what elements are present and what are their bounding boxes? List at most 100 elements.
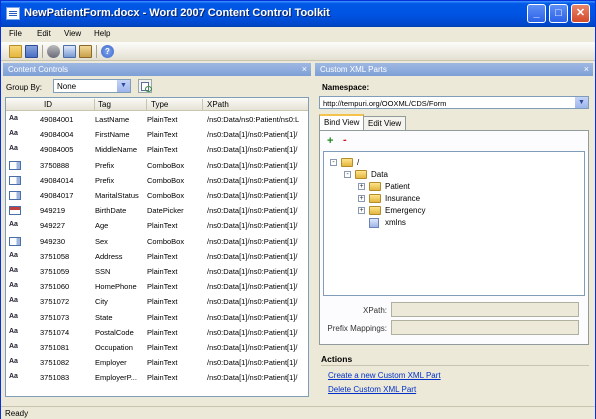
copy-icon[interactable] [63, 45, 76, 58]
cell-type: ComboBox [147, 175, 185, 185]
xml-tree[interactable]: - / - Data + Patient + Insurance + Emergency xmlns [323, 151, 585, 296]
cell-xpath: /ns0:Data[1]/ns0:Patient[1]/ [207, 267, 298, 276]
table-row[interactable]: Aa 3751083 EmployerP... PlainText/ns0:Data[… [6, 371, 308, 384]
collapse-icon[interactable]: - [330, 159, 337, 166]
table-row[interactable]: Aa 3751073 State PlainText/ns0:Data[1]/ns0:… [6, 311, 308, 324]
menu-view[interactable]: View [64, 29, 81, 38]
table-row[interactable]: 949219 BirthDate DatePicker/ns0:Data[1]/ns… [6, 204, 308, 217]
table-row[interactable]: 3750888 Prefix ComboBox/ns0:Data[1]/ns0:Pa… [6, 159, 308, 172]
expand-icon[interactable]: + [358, 195, 365, 202]
collapse-icon[interactable]: - [344, 171, 351, 178]
cell-id: 49084005 [40, 145, 74, 155]
expand-icon[interactable]: + [358, 183, 365, 190]
folder-icon [355, 170, 367, 179]
paste-icon[interactable] [79, 45, 92, 58]
app-icon [6, 7, 20, 20]
menu-edit[interactable]: Edit [37, 29, 51, 38]
tree-node[interactable]: + Emergency [358, 206, 558, 217]
table-row[interactable]: 49084017 MaritalStatus ComboBox/ns0:Data[1… [6, 189, 308, 202]
cell-id: 3751082 [40, 358, 70, 368]
menu-help[interactable]: Help [94, 29, 110, 38]
close-button[interactable]: ✕ [571, 4, 590, 23]
cell-xpath: /ns0:Data[1]/ns0:Patient[1]/ [207, 312, 298, 322]
cell-xpath: /ns0:Data/ns0:Patient/ns0:L [207, 115, 300, 124]
table-row[interactable]: Aa 3751058 Address PlainText/ns0:Data[1]/ns… [6, 250, 308, 263]
tree-node-label: xmlns [385, 218, 406, 227]
status-text: Ready [5, 409, 29, 418]
cell-id: 3751081 [40, 343, 70, 352]
toolbar: ? [1, 42, 595, 61]
group-by-label: Group By: [6, 83, 43, 92]
group-by-select[interactable]: None ▼ [53, 79, 131, 93]
app-window: NewPatientForm.docx - Word 2007 Content … [0, 0, 596, 419]
table-row[interactable]: Aa 49084005 MiddleName PlainText/ns0:Data[1… [6, 143, 308, 156]
tree-node[interactable]: + Insurance [358, 194, 558, 205]
cell-tag: Employer [95, 358, 127, 368]
tab-bind-view[interactable]: Bind View [319, 114, 365, 131]
minimize-button[interactable]: _ [527, 4, 546, 23]
cell-xpath: /ns0:Data[1]/ns0:Patient[1]/ [207, 175, 298, 185]
cell-tag: Prefix [95, 160, 115, 170]
combo-box-icon [9, 236, 21, 246]
cell-id: 3751083 [40, 373, 70, 383]
tree-node[interactable]: + Patient [358, 182, 558, 193]
expand-icon[interactable]: + [358, 207, 365, 214]
table-row[interactable]: Aa 3751074 PostalCode PlainText/ns0:Data[1]… [6, 326, 308, 339]
open-icon[interactable] [9, 45, 22, 58]
xpath-label: XPath: [362, 306, 387, 315]
pane-splitter[interactable] [312, 61, 315, 404]
table-row[interactable]: Aa 3751082 Employer PlainText/ns0:Data[1]/n… [6, 356, 308, 369]
cut-icon[interactable] [47, 45, 60, 58]
menu-file[interactable]: File [9, 29, 22, 38]
list-header: ID Tag Type XPath [6, 98, 308, 111]
tree-node[interactable]: - / [330, 158, 530, 169]
tab-edit-view[interactable]: Edit View [363, 116, 407, 130]
refresh-icon[interactable] [138, 79, 152, 93]
maximize-button[interactable]: □ [549, 4, 568, 23]
table-row[interactable]: Aa 3751059 SSN PlainText/ns0:Data[1]/ns0:Pa… [6, 265, 308, 278]
cell-tag: Prefix [95, 175, 115, 185]
table-row[interactable]: Aa 49084001 LastName PlainText/ns0:Data/ns0… [6, 113, 308, 126]
table-row[interactable]: Aa 49084004 FirstName PlainText/ns0:Data[1]… [6, 128, 308, 141]
plain-text-icon: Aa [9, 327, 18, 335]
group-by-value: None [57, 82, 77, 91]
namespace-select[interactable]: http://tempuri.org/OOXML/CDS/Form ▼ [319, 96, 589, 109]
help-icon[interactable]: ? [101, 45, 114, 58]
table-row[interactable]: Aa 3751081 Occupation PlainText/ns0:Data[1]… [6, 341, 308, 354]
cell-tag: SSN [95, 267, 111, 276]
create-xml-part-link[interactable]: Create a new Custom XML Part [328, 371, 441, 380]
table-row[interactable]: 949230 Sex ComboBox/ns0:Data[1]/ns0:Patien… [6, 235, 308, 248]
cell-tag: MiddleName [95, 145, 138, 155]
title-bar[interactable]: NewPatientForm.docx - Word 2007 Content … [1, 1, 595, 27]
column-header-id[interactable]: ID [44, 100, 52, 111]
content-controls-list[interactable]: ID Tag Type XPath Aa 49084001 LastName Plai… [5, 97, 309, 397]
tree-node[interactable]: xmlns [358, 218, 558, 229]
cell-xpath: /ns0:Data[1]/ns0:Patient[1]/ [207, 206, 298, 216]
column-header-tag[interactable]: Tag [98, 100, 111, 111]
cell-type: PlainText [147, 221, 178, 231]
delete-xml-part-link[interactable]: Delete Custom XML Part [328, 385, 416, 394]
content-controls-close-icon[interactable]: × [302, 64, 307, 74]
table-row[interactable]: 49084014 Prefix ComboBox/ns0:Data[1]/ns0:P… [6, 174, 308, 187]
tree-node-label: Data [371, 170, 388, 179]
xpath-field[interactable] [391, 302, 579, 317]
remove-node-icon[interactable]: - [343, 134, 347, 146]
table-row[interactable]: Aa 3751060 HomePhone PlainText/ns0:Data[1]/… [6, 280, 308, 293]
tree-node[interactable]: - Data [344, 170, 544, 181]
custom-xml-parts-close-icon[interactable]: × [584, 64, 589, 74]
save-icon[interactable] [25, 45, 38, 58]
cell-xpath: /ns0:Data[1]/ns0:Patient[1]/ [207, 343, 298, 352]
prefix-mappings-field[interactable] [391, 320, 579, 335]
column-header-type[interactable]: Type [151, 100, 168, 111]
cell-tag: EmployerP... [95, 373, 137, 383]
table-row[interactable]: Aa 3751072 City PlainText/ns0:Data[1]/ns0:P… [6, 295, 308, 308]
chevron-down-icon[interactable]: ▼ [117, 80, 130, 92]
chevron-down-icon[interactable]: ▼ [575, 97, 588, 108]
cell-tag: BirthDate [95, 206, 127, 216]
table-row[interactable]: Aa 949227 Age PlainText/ns0:Data[1]/ns0:Pat… [6, 219, 308, 232]
cell-type: PlainText [147, 312, 178, 322]
cell-tag: HomePhone [95, 282, 137, 292]
column-header-xpath[interactable]: XPath [207, 100, 229, 111]
cell-type: PlainText [147, 373, 178, 383]
add-node-icon[interactable]: + [327, 135, 333, 147]
